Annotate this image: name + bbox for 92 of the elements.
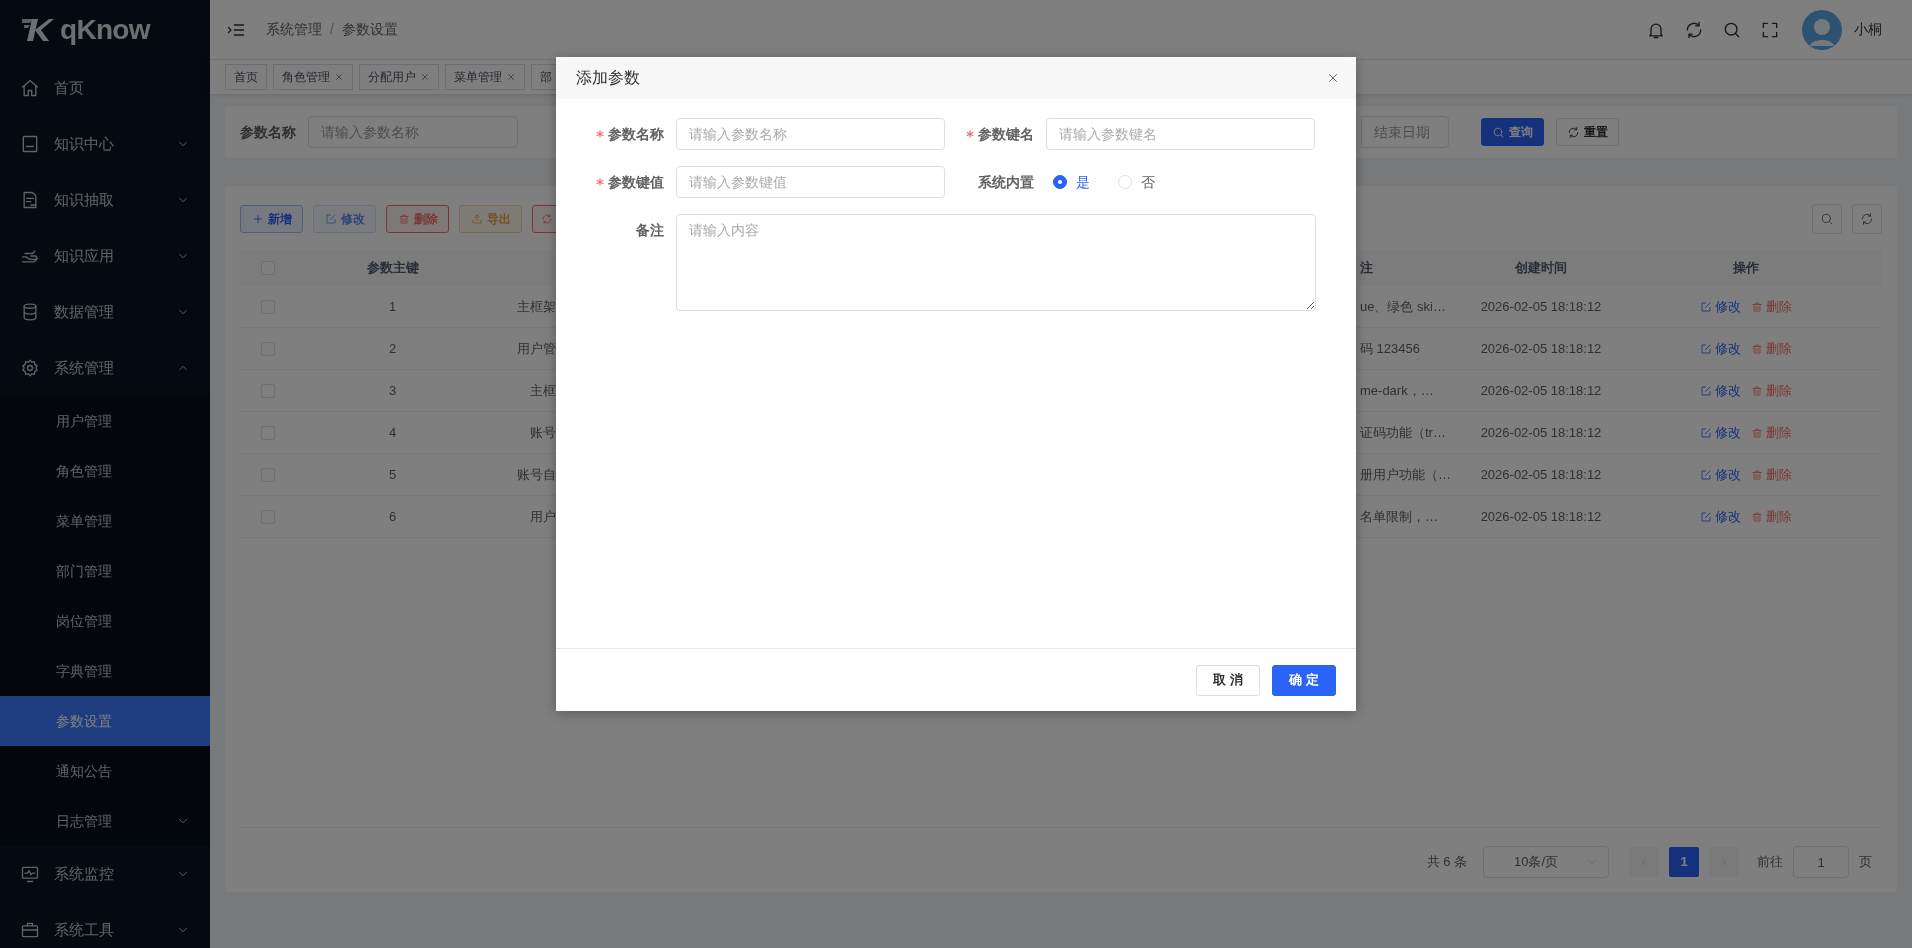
edit-link[interactable]: 修改 (1700, 296, 1741, 317)
search-button[interactable]: 查询 (1481, 118, 1544, 146)
table-cell-text: 账号自 (517, 465, 556, 484)
toolbar-button[interactable]: 删除 (386, 205, 449, 233)
table-cell: 证码功能（tr… (1360, 424, 1446, 440)
logo-text: qKnow (60, 13, 150, 47)
delete-link[interactable]: 删除 (1751, 338, 1792, 359)
table-cell-text: 主框 (530, 381, 556, 400)
table-cell: 名单限制，… (1360, 508, 1438, 524)
input-field[interactable]: 请输入参数键值 (676, 166, 945, 198)
field-label: 参数键名 (978, 124, 1034, 144)
edit-link[interactable]: 修改 (1700, 464, 1741, 485)
delete-link[interactable]: 删除 (1751, 380, 1792, 401)
table-cell-text: 用户管 (517, 339, 556, 358)
sidebar-item[interactable]: 系统监控 (0, 846, 210, 902)
table-cell: 码 123456 (1360, 340, 1420, 356)
breadcrumb-item[interactable]: 参数设置 (341, 19, 398, 40)
table-cell-text: 6 (387, 507, 398, 526)
reset-button[interactable]: 重置 (1556, 118, 1619, 146)
page-size-select[interactable]: 10条/页 (1483, 846, 1609, 878)
sidebar-subitem[interactable]: 通知公告 (0, 746, 210, 796)
table-cell-text: 2 (387, 339, 398, 358)
goto-suffix: 页 (1859, 853, 1872, 872)
edit-link[interactable]: 修改 (1700, 506, 1741, 527)
radio-option[interactable]: 是 (1053, 171, 1090, 193)
table-cell-text: 1 (387, 297, 398, 316)
goto-label: 前往 (1757, 853, 1783, 872)
sidebar-subitem[interactable]: 参数设置 (0, 696, 210, 746)
field-label: 参数键值 (608, 172, 664, 192)
table-cell-text: 4 (387, 423, 398, 442)
table-cell-text: 2026-02-05 18:18:12 (1479, 297, 1603, 316)
delete-link[interactable]: 删除 (1751, 422, 1792, 443)
toolbar-button[interactable]: 新增 (240, 205, 303, 233)
textarea-field[interactable]: 请输入内容 (676, 214, 1316, 311)
table-cell: me-dark，… (1360, 382, 1434, 398)
table-cell-text: 2026-02-05 18:18:12 (1479, 465, 1603, 484)
edit-link[interactable]: 修改 (1700, 422, 1741, 443)
column-header: 参数主键 (365, 259, 420, 278)
tab[interactable]: 分配用户 (359, 64, 439, 90)
column-header: 创建时间 (1514, 259, 1568, 278)
table-cell-text: 2026-02-05 18:18:12 (1479, 339, 1603, 358)
table-cell: 册用户功能（… (1360, 466, 1451, 482)
delete-link[interactable]: 删除 (1751, 296, 1792, 317)
total-count: 共 6 条 (1426, 853, 1467, 872)
table-cell-text: 主框架 (517, 297, 556, 316)
sidebar-subitem[interactable]: 字典管理 (0, 646, 210, 696)
sidebar-subitem[interactable]: 角色管理 (0, 446, 210, 496)
sidebar-subitem[interactable]: 菜单管理 (0, 496, 210, 546)
sidebar-item[interactable]: 知识中心 (0, 116, 210, 172)
field-label: 参数名称 (608, 124, 664, 144)
toolbar-button[interactable]: 导出 (459, 205, 522, 233)
sidebar-item[interactable]: 首页 (0, 60, 210, 116)
sidebar-subitem[interactable]: 岗位管理 (0, 596, 210, 646)
input-field[interactable]: 请输入参数键名 (1046, 118, 1315, 150)
table-cell-text: 用户 (530, 507, 556, 526)
confirm-button[interactable]: 确 定 (1272, 664, 1336, 696)
page-button[interactable]: 1 (1669, 847, 1699, 877)
sidebar-item[interactable]: 数据管理 (0, 284, 210, 340)
input-field[interactable]: 请输入参数名称 (676, 118, 945, 150)
field-label: 备注 (636, 220, 664, 240)
table-cell-text: 2026-02-05 18:18:12 (1479, 423, 1603, 442)
breadcrumb-item[interactable]: 系统管理 (266, 19, 322, 40)
tab[interactable]: 菜单管理 (445, 64, 525, 90)
sidebar-item[interactable]: 知识应用 (0, 228, 210, 284)
tab[interactable]: 首页 (225, 64, 267, 90)
dialog-title: 添加参数 (576, 68, 640, 88)
page-jump-field[interactable]: 1 (1793, 846, 1849, 878)
sidebar-item[interactable]: 系统管理 (0, 340, 210, 396)
delete-link[interactable]: 删除 (1751, 506, 1792, 527)
user-name[interactable]: 小桐 (1854, 19, 1882, 40)
table-cell-text: 3 (387, 381, 398, 400)
edit-link[interactable]: 修改 (1700, 338, 1741, 359)
field-label: 系统内置 (978, 172, 1034, 192)
table-cell-text: 2026-02-05 18:18:12 (1479, 381, 1603, 400)
sidebar-subitem[interactable]: 日志管理 (0, 796, 210, 846)
sidebar-subitem[interactable]: 部门管理 (0, 546, 210, 596)
table-cell: ue、绿色 ski… (1360, 298, 1446, 314)
edit-link[interactable]: 修改 (1700, 380, 1741, 401)
breadcrumb-separator: / (330, 20, 334, 39)
column-header: 注 (1360, 260, 1373, 276)
cancel-button[interactable]: 取 消 (1196, 664, 1260, 696)
table-cell-text: 5 (387, 465, 398, 484)
sidebar-subitem[interactable]: 用户管理 (0, 396, 210, 446)
column-header: 操作 (1732, 259, 1760, 278)
sidebar-item[interactable]: 知识抽取 (0, 172, 210, 228)
tab[interactable]: 角色管理 (273, 64, 353, 90)
table-cell-text: 2026-02-05 18:18:12 (1479, 507, 1603, 526)
table-cell-text: 账号 (530, 423, 556, 442)
delete-link[interactable]: 删除 (1751, 464, 1792, 485)
radio-option[interactable]: 否 (1118, 171, 1155, 193)
sidebar-item[interactable]: 系统工具 (0, 902, 210, 948)
field-label: 参数名称 (240, 122, 296, 142)
